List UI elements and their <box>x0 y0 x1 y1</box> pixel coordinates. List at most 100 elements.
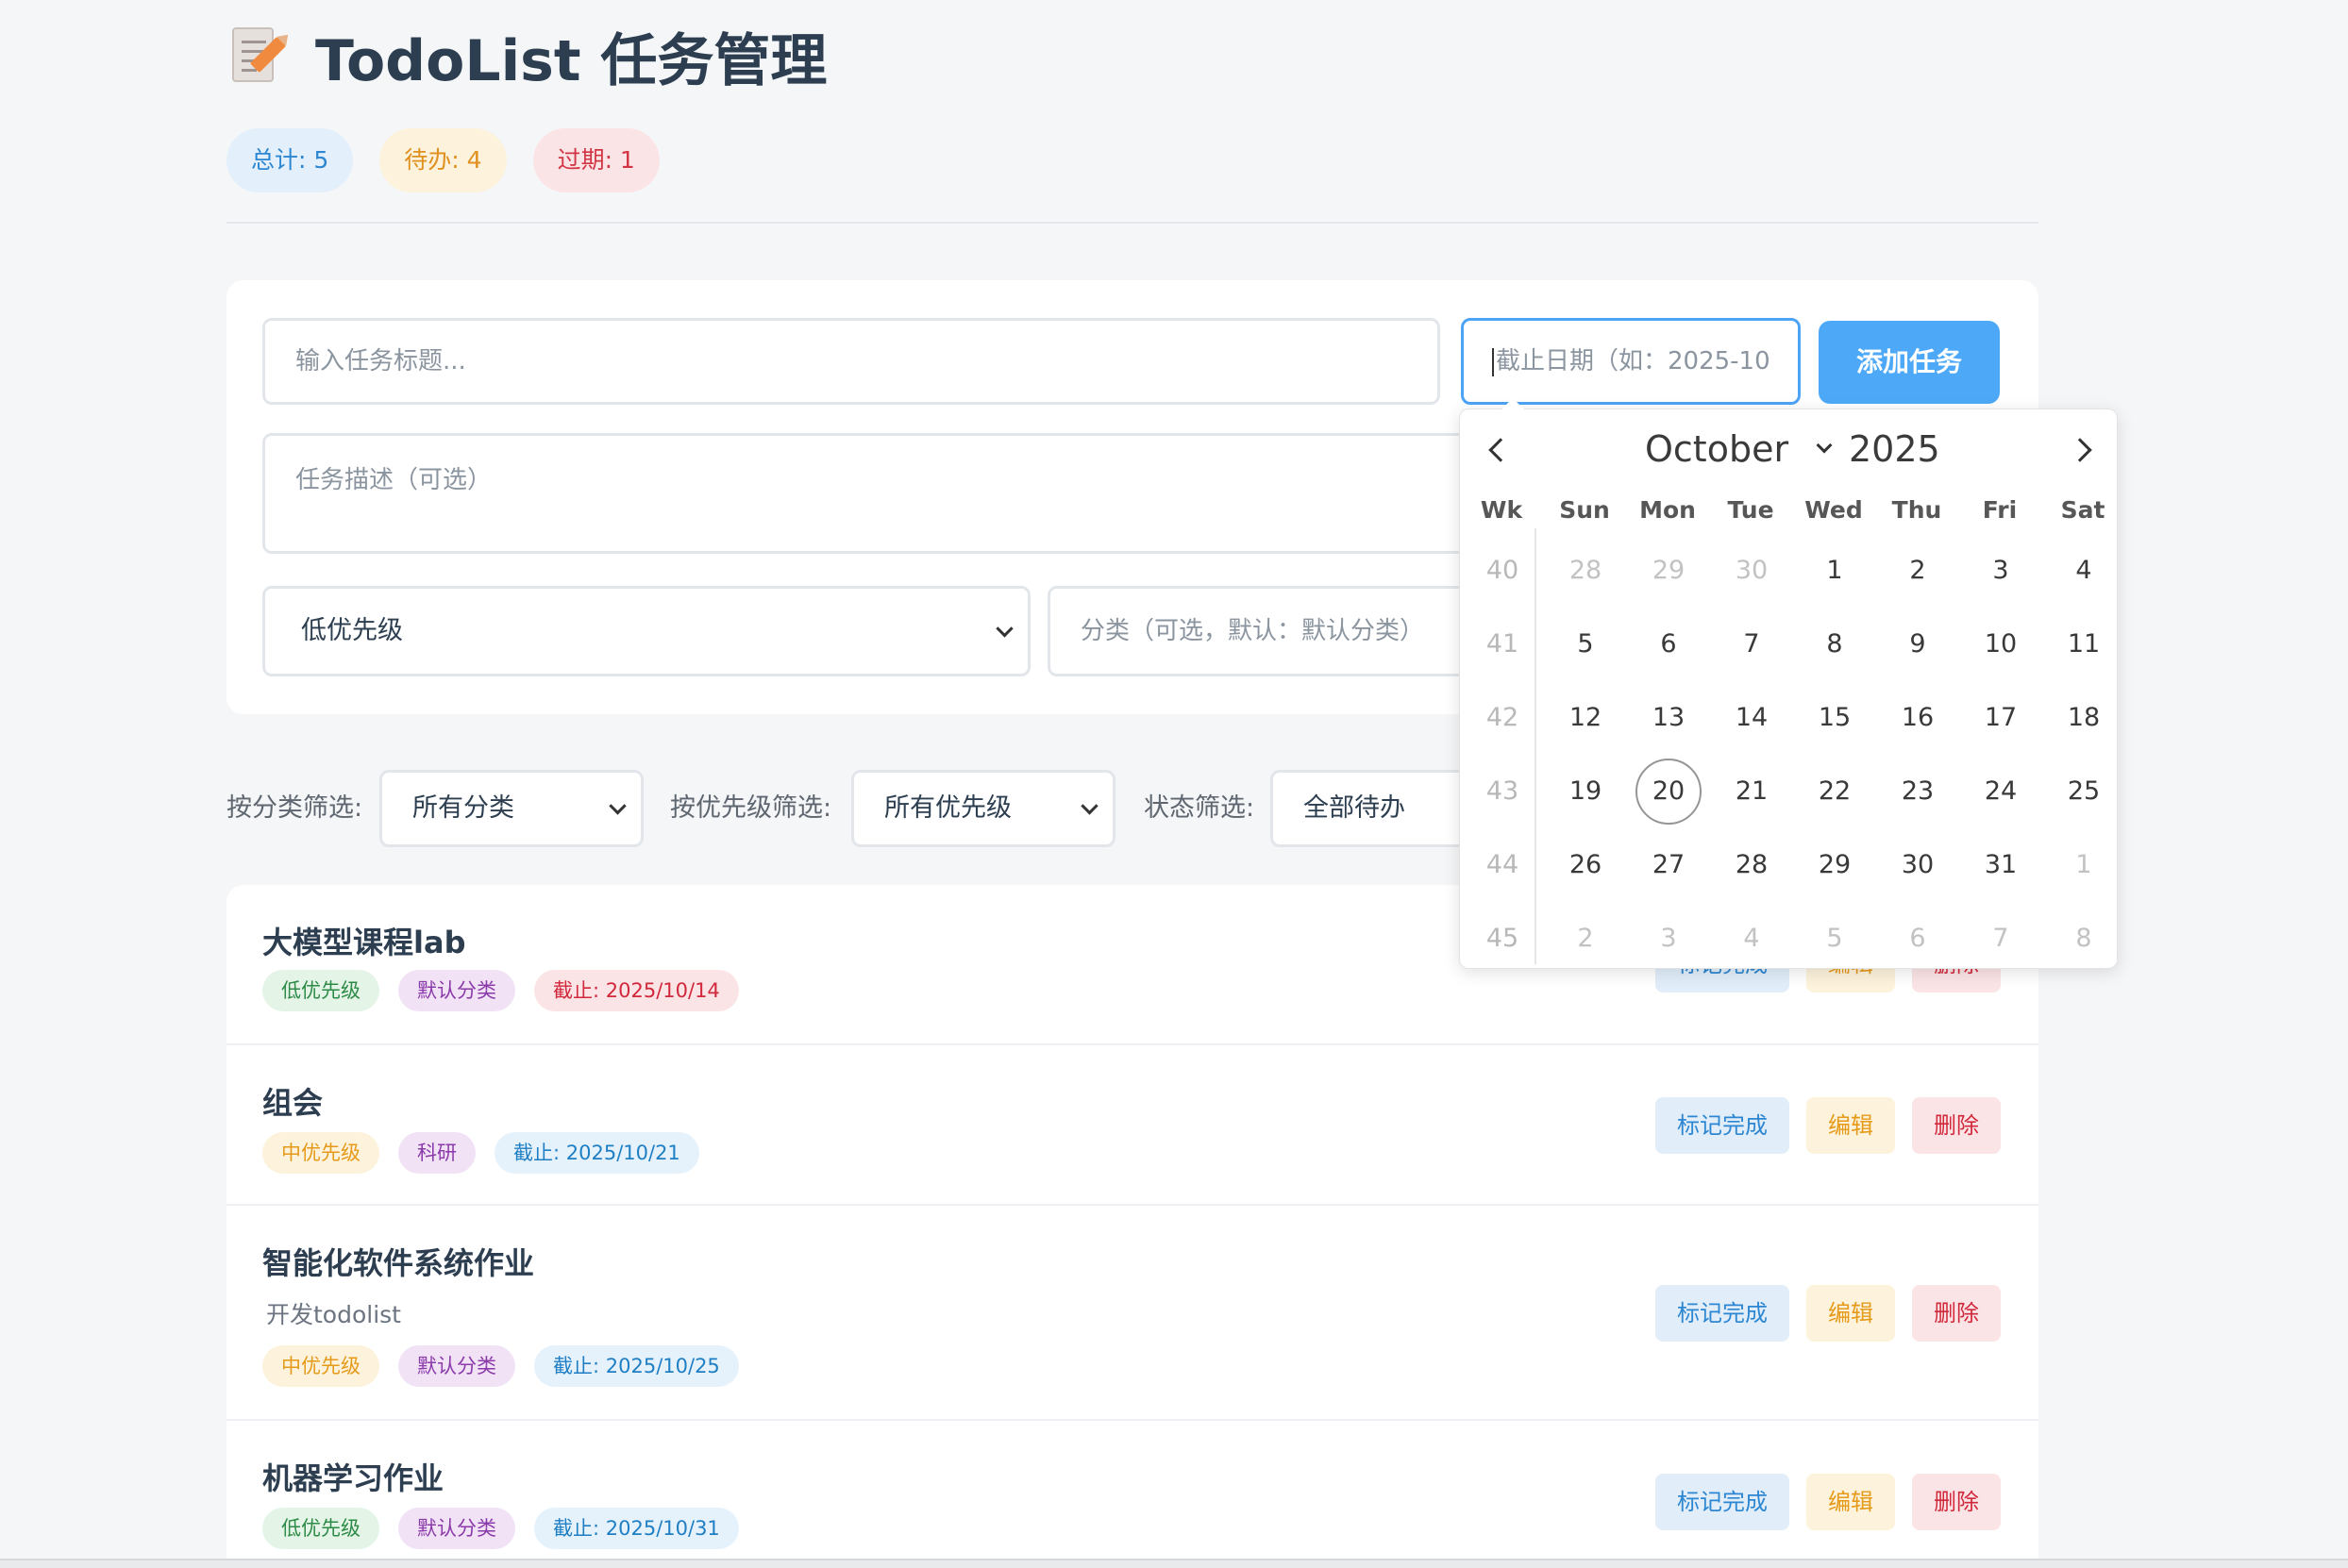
calendar-day[interactable]: 14 <box>1719 685 1785 751</box>
mark-done-button[interactable]: 标记完成 <box>1655 1097 1789 1154</box>
calendar-day[interactable]: 26 <box>1552 832 1618 898</box>
status-filter-label: 状态筛选: <box>1144 793 1255 823</box>
calendar-day[interactable]: 27 <box>1635 832 1702 898</box>
stats-bar: 总计: 5 待办: 4 过期: 1 <box>226 128 2038 192</box>
delete-button[interactable]: 删除 <box>1912 1474 2001 1530</box>
calendar-day[interactable]: 5 <box>1552 611 1618 677</box>
weekday-header: Wk <box>1480 496 1523 524</box>
calendar-day[interactable]: 28 <box>1719 832 1785 898</box>
add-task-button[interactable]: 添加任务 <box>1819 321 2000 404</box>
calendar-day[interactable]: 2 <box>1552 906 1618 972</box>
calendar-day[interactable]: 30 <box>1885 832 1951 898</box>
task-item: 智能化软件系统作业 开发todolist 中优先级 默认分类 截止: 2025/… <box>226 1206 2038 1421</box>
category-filter-select[interactable]: 所有分类 <box>379 770 644 847</box>
calendar-day[interactable]: 3 <box>1635 906 1702 972</box>
priority-tag: 中优先级 <box>262 1345 379 1387</box>
chevron-left-icon <box>1488 438 1513 462</box>
prev-month-button[interactable] <box>1483 434 1517 468</box>
mark-done-button[interactable]: 标记完成 <box>1655 1285 1789 1342</box>
weekday-header: Mon <box>1639 496 1696 524</box>
week-number: 41 <box>1485 629 1519 659</box>
mark-done-button[interactable]: 标记完成 <box>1655 1474 1789 1530</box>
calendar-day[interactable]: 8 <box>2051 906 2117 972</box>
calendar-day[interactable]: 25 <box>2051 759 2117 825</box>
calendar-day[interactable]: 6 <box>1635 611 1702 677</box>
category-tag: 默认分类 <box>398 1345 515 1387</box>
priority-tag: 中优先级 <box>262 1132 379 1174</box>
calendar-day[interactable]: 6 <box>1885 906 1951 972</box>
category-tag: 默认分类 <box>398 970 515 1011</box>
calendar-day[interactable]: 7 <box>1968 906 2034 972</box>
calendar-day[interactable]: 11 <box>2051 611 2117 677</box>
weekday-header: Wed <box>1804 496 1863 524</box>
year-input[interactable]: 2025 <box>1849 428 1940 470</box>
calendar-day[interactable]: 31 <box>1968 832 2034 898</box>
page-title: TodoList 任务管理 <box>226 21 2038 94</box>
delete-button[interactable]: 删除 <box>1912 1285 2001 1342</box>
calendar-day[interactable]: 19 <box>1552 759 1618 825</box>
calendar-day[interactable]: 1 <box>2051 832 2117 898</box>
task-title: 大模型课程lab <box>262 925 466 960</box>
priority-tag: 低优先级 <box>262 970 379 1011</box>
priority-select-value: 低优先级 <box>301 616 403 645</box>
edit-button[interactable]: 编辑 <box>1806 1474 1895 1530</box>
calendar-day[interactable]: 17 <box>1968 685 2034 751</box>
calendar-day[interactable]: 22 <box>1802 759 1868 825</box>
calendar-day[interactable]: 13 <box>1635 685 1702 751</box>
category-tag: 默认分类 <box>398 1508 515 1549</box>
task-item: 组会 中优先级 科研 截止: 2025/10/21 标记完成 编辑 删除 <box>226 1045 2038 1206</box>
due-date-input[interactable]: 截止日期（如：2025-10 <box>1461 318 1801 405</box>
calendar-day[interactable]: 5 <box>1802 906 1868 972</box>
header-divider <box>226 222 2038 224</box>
calendar-day[interactable]: 4 <box>1719 906 1785 972</box>
stat-pending-badge: 待办: 4 <box>379 128 507 192</box>
due-date-tag: 截止: 2025/10/21 <box>495 1132 699 1174</box>
priority-filter-select[interactable]: 所有优先级 <box>851 770 1115 847</box>
horizontal-scrollbar[interactable] <box>0 1559 2348 1568</box>
calendar-day[interactable]: 2 <box>1885 538 1951 604</box>
delete-button[interactable]: 删除 <box>1912 1097 2001 1154</box>
calendar-day[interactable]: 21 <box>1719 759 1785 825</box>
edit-button[interactable]: 编辑 <box>1806 1097 1895 1154</box>
calendar-day[interactable]: 7 <box>1719 611 1785 677</box>
calendar-day[interactable]: 1 <box>1802 538 1868 604</box>
calendar-day[interactable]: 8 <box>1802 611 1868 677</box>
category-filter-value: 所有分类 <box>412 793 514 823</box>
date-picker: October 2025 Wk Sun Mon Tue Wed Thu Fri … <box>1459 398 2118 972</box>
calendar-day[interactable]: 18 <box>2051 685 2117 751</box>
calendar-day[interactable]: 24 <box>1968 759 2034 825</box>
calendar-day[interactable]: 10 <box>1968 611 2034 677</box>
calendar-day[interactable]: 28 <box>1552 538 1618 604</box>
chevron-down-icon <box>1081 797 1099 815</box>
calendar-day[interactable]: 23 <box>1885 759 1951 825</box>
chevron-down-icon <box>996 620 1014 638</box>
calendar-day[interactable]: 30 <box>1719 538 1785 604</box>
calendar-day[interactable]: 29 <box>1802 832 1868 898</box>
priority-select[interactable]: 低优先级 <box>262 586 1031 676</box>
calendar-day[interactable]: 12 <box>1552 685 1618 751</box>
week-number: 44 <box>1485 850 1519 879</box>
weekday-header: Sun <box>1559 496 1610 524</box>
month-select[interactable]: October <box>1645 428 1788 470</box>
next-month-button[interactable] <box>2068 434 2102 468</box>
task-actions: 标记完成 编辑 删除 <box>1638 1285 2001 1342</box>
calendar-day[interactable]: 15 <box>1802 685 1868 751</box>
task-tags: 低优先级 默认分类 截止: 2025/10/14 <box>262 970 758 1011</box>
due-date-tag: 截止: 2025/10/31 <box>534 1508 739 1549</box>
calendar-day-today[interactable]: 20 <box>1635 759 1702 825</box>
header: TodoList 任务管理 总计: 5 待办: 4 过期: 1 <box>226 21 2038 192</box>
weekday-header: Sat <box>2060 496 2105 524</box>
task-title: 机器学习作业 <box>262 1460 444 1496</box>
task-item: 机器学习作业 低优先级 默认分类 截止: 2025/10/31 标记完成 编辑 … <box>226 1421 2038 1568</box>
calendar-day[interactable]: 9 <box>1885 611 1951 677</box>
calendar-day[interactable]: 4 <box>2051 538 2117 604</box>
calendar-day[interactable]: 3 <box>1968 538 2034 604</box>
week-number: 43 <box>1485 776 1519 806</box>
calendar-day[interactable]: 16 <box>1885 685 1951 751</box>
task-title-input[interactable]: 输入任务标题... <box>262 318 1440 405</box>
task-tags: 中优先级 默认分类 截止: 2025/10/25 <box>262 1345 758 1387</box>
edit-button[interactable]: 编辑 <box>1806 1285 1895 1342</box>
calendar-day[interactable]: 29 <box>1635 538 1702 604</box>
category-filter-label: 按分类筛选: <box>226 793 363 823</box>
memo-icon <box>226 25 287 86</box>
